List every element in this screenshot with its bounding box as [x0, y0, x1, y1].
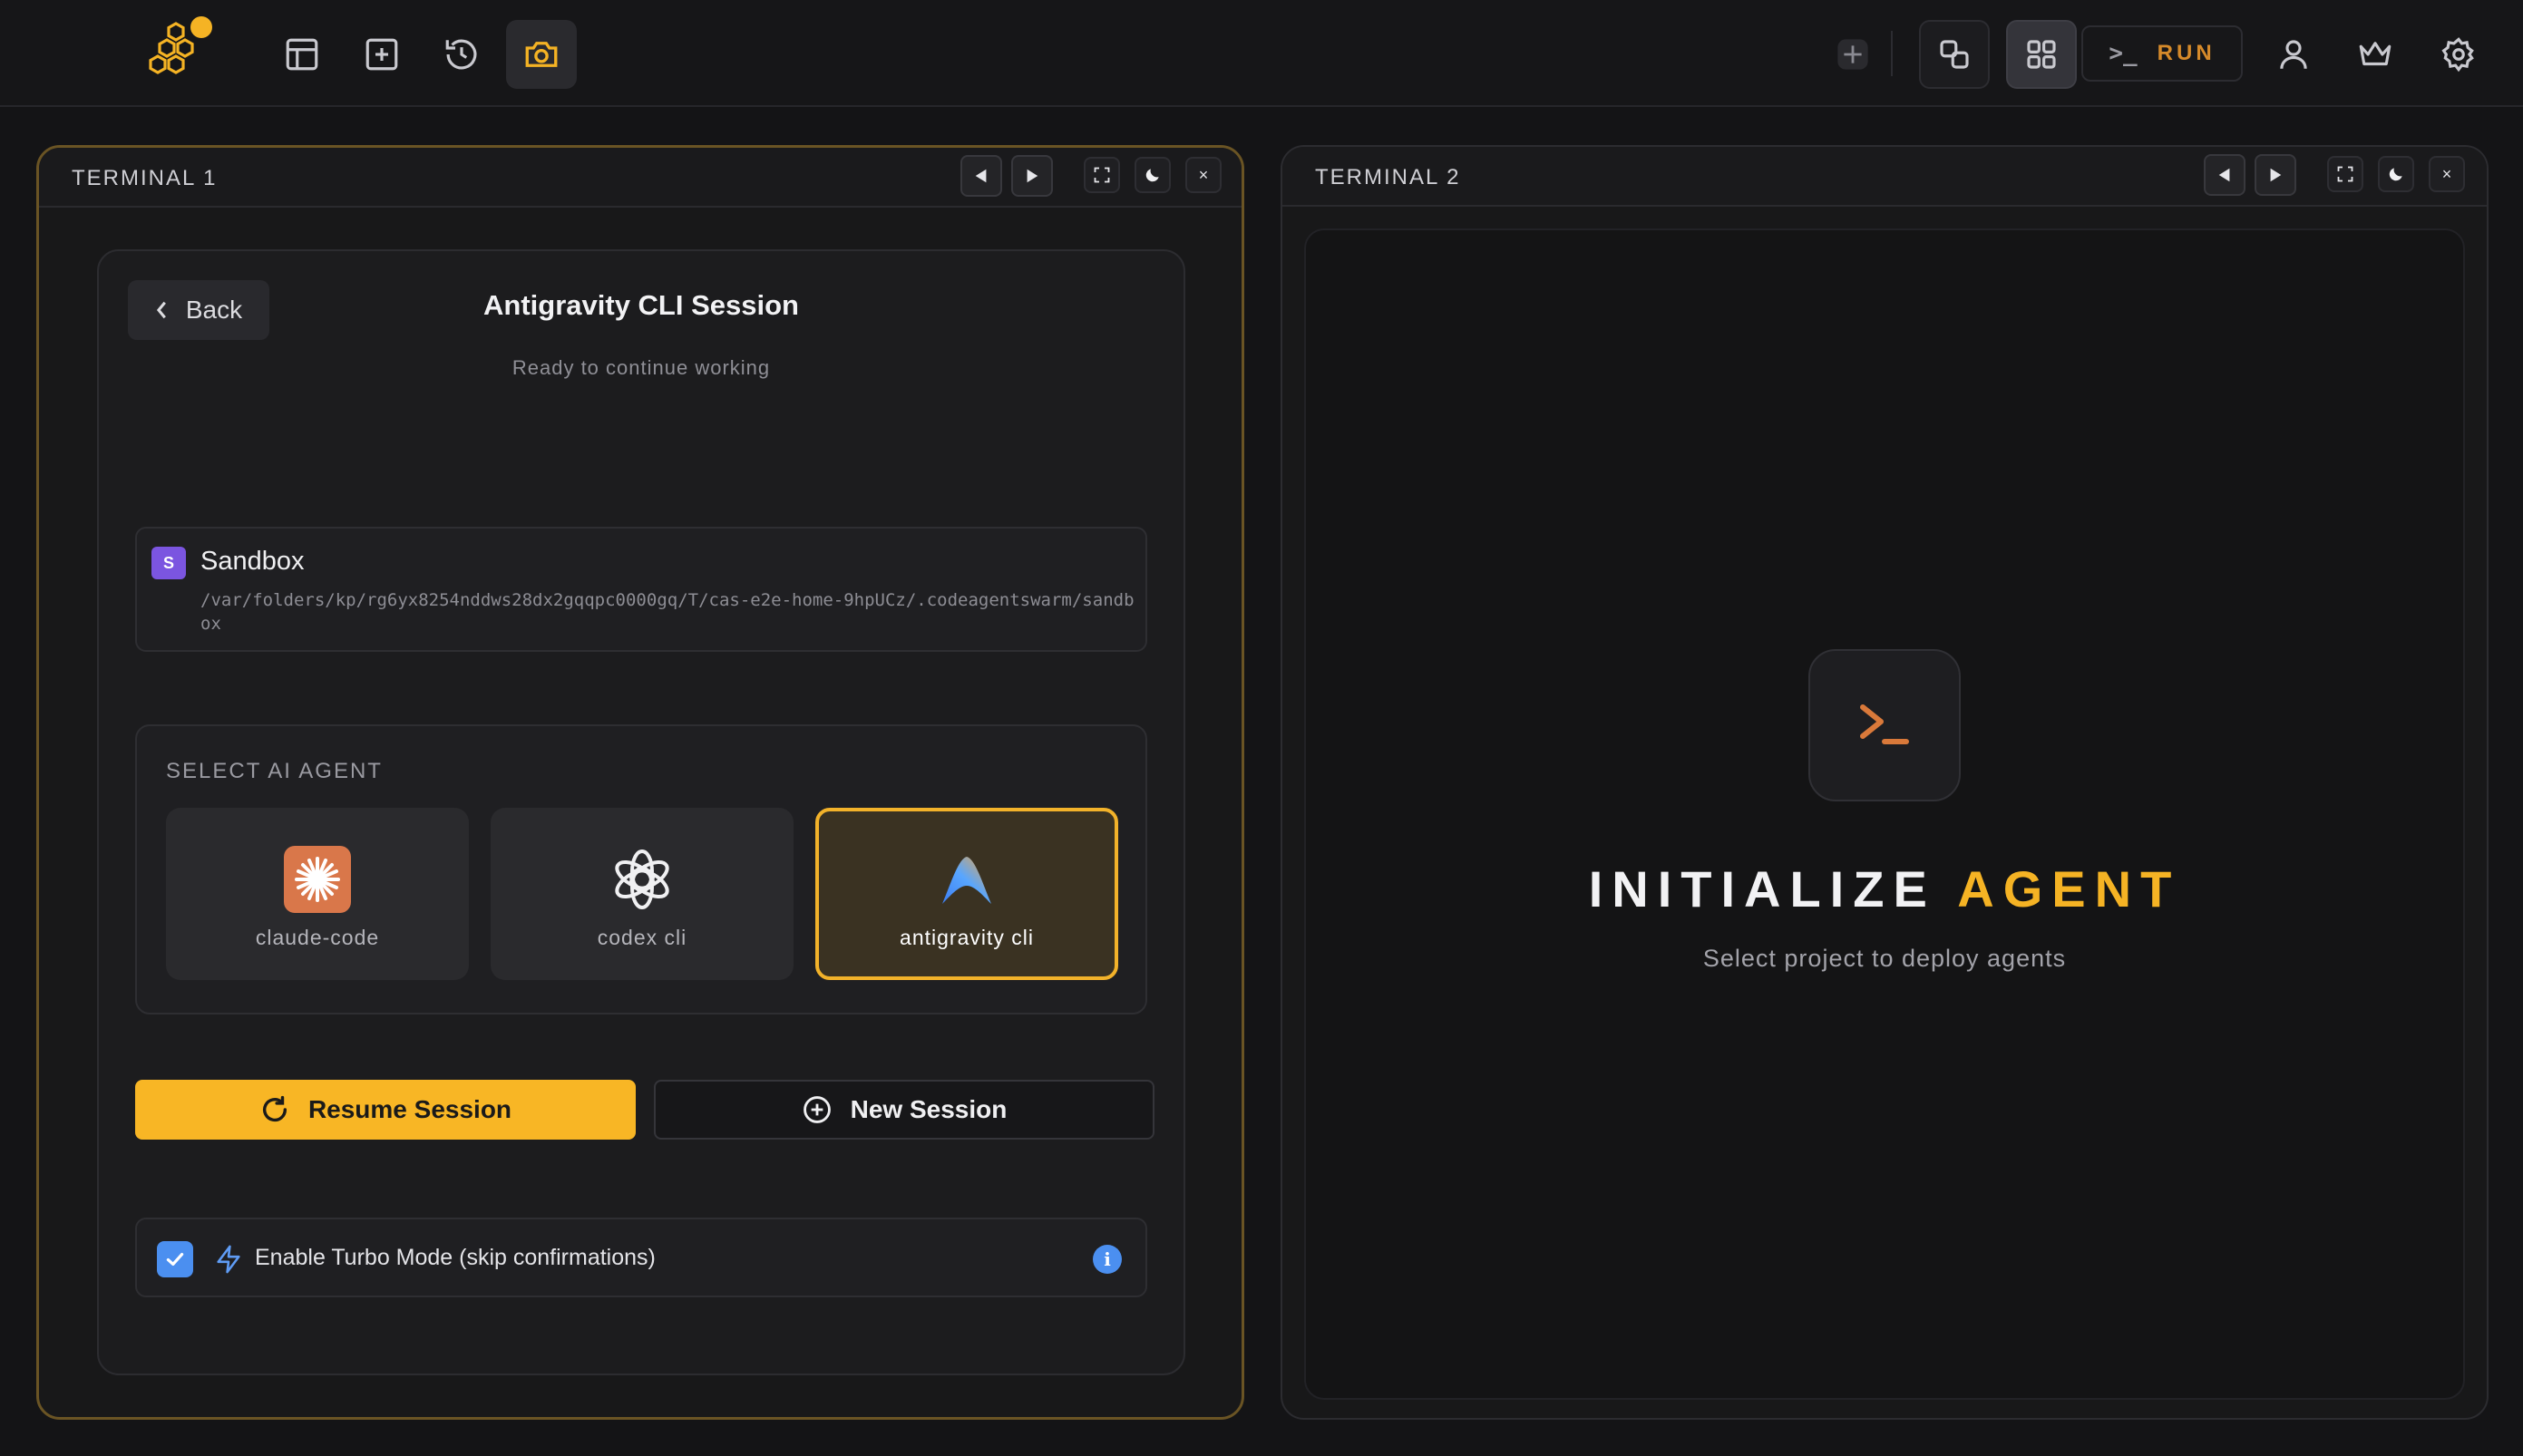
moon-icon — [2389, 168, 2402, 181]
user-button[interactable] — [2258, 20, 2329, 89]
initialize-agent-subtitle: Select project to deploy agents — [1702, 945, 2067, 972]
fullscreen-icon — [2337, 166, 2353, 182]
resume-session-button[interactable]: Resume Session — [135, 1080, 636, 1140]
grid-icon — [2027, 40, 2056, 69]
duplicate-icon — [1940, 40, 1969, 69]
agent-option-claude-code[interactable]: claude-code — [166, 808, 469, 980]
layout-button[interactable] — [267, 20, 337, 89]
triangle-right-icon — [2270, 168, 2282, 182]
agent-name: codex cli — [597, 926, 687, 949]
top-toolbar: >_ RUN — [0, 0, 2523, 107]
project-info: S Sandbox /var/folders/kp/rg6yx8254nddws… — [135, 527, 1147, 652]
terminal-2-header: TERMINAL 2 × — [1282, 147, 2487, 207]
lightning-icon — [217, 1245, 240, 1274]
toolbar-divider — [1891, 31, 1893, 76]
project-path: /var/folders/kp/rg6yx8254nddws28dx2gqqpc… — [200, 590, 1135, 634]
fullscreen-button[interactable] — [2327, 156, 2363, 192]
initialize-agent-heading: INITIALIZE AGENT — [1306, 859, 2463, 918]
terminal-prompt-icon — [1860, 704, 1909, 744]
plus-circle-icon — [803, 1096, 831, 1123]
refresh-icon — [262, 1095, 287, 1122]
screenshot-button[interactable] — [506, 20, 577, 89]
settings-button[interactable] — [2423, 20, 2494, 89]
next-button[interactable] — [1011, 155, 1053, 197]
terminal-1-title: TERMINAL 1 — [72, 166, 218, 190]
info-icon[interactable]: i — [1093, 1245, 1122, 1274]
add-icon — [1837, 39, 1868, 70]
new-session-button[interactable]: New Session — [654, 1080, 1154, 1140]
agent-section-label: SELECT AI AGENT — [166, 759, 383, 783]
history-icon — [445, 39, 477, 70]
session-subtitle: Ready to continue working — [511, 356, 771, 379]
triangle-right-icon — [1027, 169, 1038, 183]
terminal-prompt-icon: >_ — [2109, 40, 2138, 67]
terminal-panel-2: TERMINAL 2 × INITIALIZE AGENT Select pro… — [1281, 145, 2489, 1420]
run-label: RUN — [2157, 41, 2216, 65]
premium-button[interactable] — [2340, 20, 2411, 89]
session-title: Antigravity CLI Session — [483, 289, 799, 321]
project-name: Sandbox — [200, 547, 305, 576]
new-tab-button[interactable] — [346, 20, 417, 89]
run-button[interactable]: >_ RUN — [2081, 25, 2243, 82]
close-icon: × — [1198, 165, 1209, 184]
terminal-1-header: TERMINAL 1 × — [39, 148, 1242, 208]
theme-button[interactable] — [1135, 157, 1171, 193]
turbo-mode-checkbox[interactable] — [157, 1241, 193, 1277]
close-button[interactable]: × — [1185, 157, 1222, 193]
next-button[interactable] — [2255, 154, 2296, 196]
agent-name: antigravity cli — [900, 926, 1034, 949]
close-button[interactable]: × — [2429, 156, 2465, 192]
moon-icon — [1145, 169, 1159, 182]
terminal-panel-1: TERMINAL 1 × Back Antigravity CLI Sessio… — [36, 145, 1244, 1420]
triangle-left-icon — [975, 169, 987, 183]
new-session-label: New Session — [850, 1095, 1008, 1123]
triangle-left-icon — [2218, 168, 2230, 182]
resume-label: Resume Session — [307, 1095, 512, 1123]
agent-selector: SELECT AI AGENT claude-code codex cli an… — [135, 724, 1147, 1014]
agent-name: claude-code — [255, 926, 380, 949]
terminal-2-placeholder: INITIALIZE AGENT Select project to deplo… — [1304, 228, 2465, 1400]
fullscreen-icon — [1094, 167, 1110, 183]
turbo-mode-row: Enable Turbo Mode (skip confirmations) i — [135, 1218, 1147, 1297]
prev-button[interactable] — [960, 155, 1002, 197]
terminal-2-title: TERMINAL 2 — [1315, 165, 1461, 189]
fullscreen-button[interactable] — [1084, 157, 1120, 193]
session-card: Back Antigravity CLI Session Ready to co… — [97, 249, 1185, 1375]
terminal-icon-tile — [1808, 649, 1961, 801]
antigravity-icon — [942, 857, 991, 904]
heading-word-2: AGENT — [1957, 860, 2181, 917]
user-icon — [2280, 40, 2307, 69]
agent-option-codex-cli[interactable]: codex cli — [491, 808, 794, 980]
layout-icon — [286, 38, 318, 71]
settings-icon — [2441, 37, 2474, 73]
close-icon: × — [2441, 164, 2452, 183]
claude-icon — [284, 846, 351, 913]
prev-button[interactable] — [2204, 154, 2245, 196]
theme-button[interactable] — [2378, 156, 2414, 192]
check-icon — [166, 1252, 184, 1267]
camera-icon — [525, 42, 558, 67]
turbo-mode-label: Enable Turbo Mode (skip confirmations) — [255, 1245, 656, 1270]
grid-view-button[interactable] — [2006, 20, 2077, 89]
openai-icon — [615, 849, 669, 909]
agent-option-antigravity-cli[interactable]: antigravity cli — [815, 808, 1118, 980]
crown-icon — [2359, 42, 2391, 66]
new-tab-icon — [365, 38, 398, 71]
project-badge: S — [151, 547, 186, 579]
add-terminal-button[interactable] — [1819, 20, 1886, 89]
app-logo-icon[interactable] — [145, 15, 221, 80]
history-button[interactable] — [426, 20, 497, 89]
heading-word-1: INITIALIZE — [1588, 860, 1936, 917]
duplicate-button[interactable] — [1919, 20, 1990, 89]
